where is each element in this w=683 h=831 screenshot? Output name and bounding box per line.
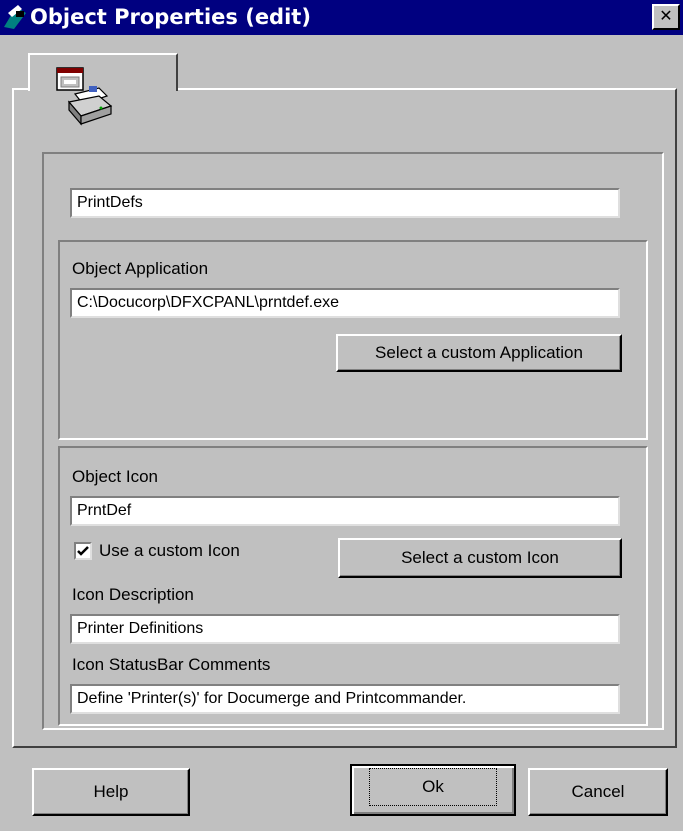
use-custom-icon-label[interactable]: Use a custom Icon <box>99 540 240 562</box>
object-icon-label: Object Icon <box>72 467 158 486</box>
ok-label: Ok <box>369 768 497 806</box>
icon-statusbar-field[interactable] <box>70 684 620 714</box>
icon-statusbar-label: Icon StatusBar Comments <box>72 655 271 674</box>
select-application-button[interactable]: Select a custom Application <box>336 334 622 372</box>
cancel-label: Cancel <box>571 782 625 801</box>
app-window-icon <box>4 5 26 29</box>
close-button[interactable]: ✕ <box>652 4 680 30</box>
use-custom-icon-checkbox[interactable] <box>74 542 92 560</box>
checkmark-icon <box>77 546 89 556</box>
printer-icon <box>56 67 113 126</box>
icon-description-field[interactable] <box>70 614 620 644</box>
object-application-label: Object Application <box>72 259 209 278</box>
object-name-field[interactable] <box>70 188 620 218</box>
icon-name-field[interactable] <box>70 496 620 526</box>
close-icon: ✕ <box>659 6 673 25</box>
select-icon-button[interactable]: Select a custom Icon <box>338 538 622 578</box>
help-button[interactable]: Help <box>32 768 190 816</box>
icon-description-label: Icon Description <box>72 585 194 604</box>
select-application-label: Select a custom Application <box>375 343 583 362</box>
window-title: Object Properties (edit) <box>30 5 311 29</box>
cancel-button[interactable]: Cancel <box>528 768 668 816</box>
help-label: Help <box>93 782 129 801</box>
ok-button[interactable]: Ok <box>350 764 516 816</box>
application-path-field[interactable] <box>70 288 620 318</box>
select-icon-label: Select a custom Icon <box>401 548 559 567</box>
